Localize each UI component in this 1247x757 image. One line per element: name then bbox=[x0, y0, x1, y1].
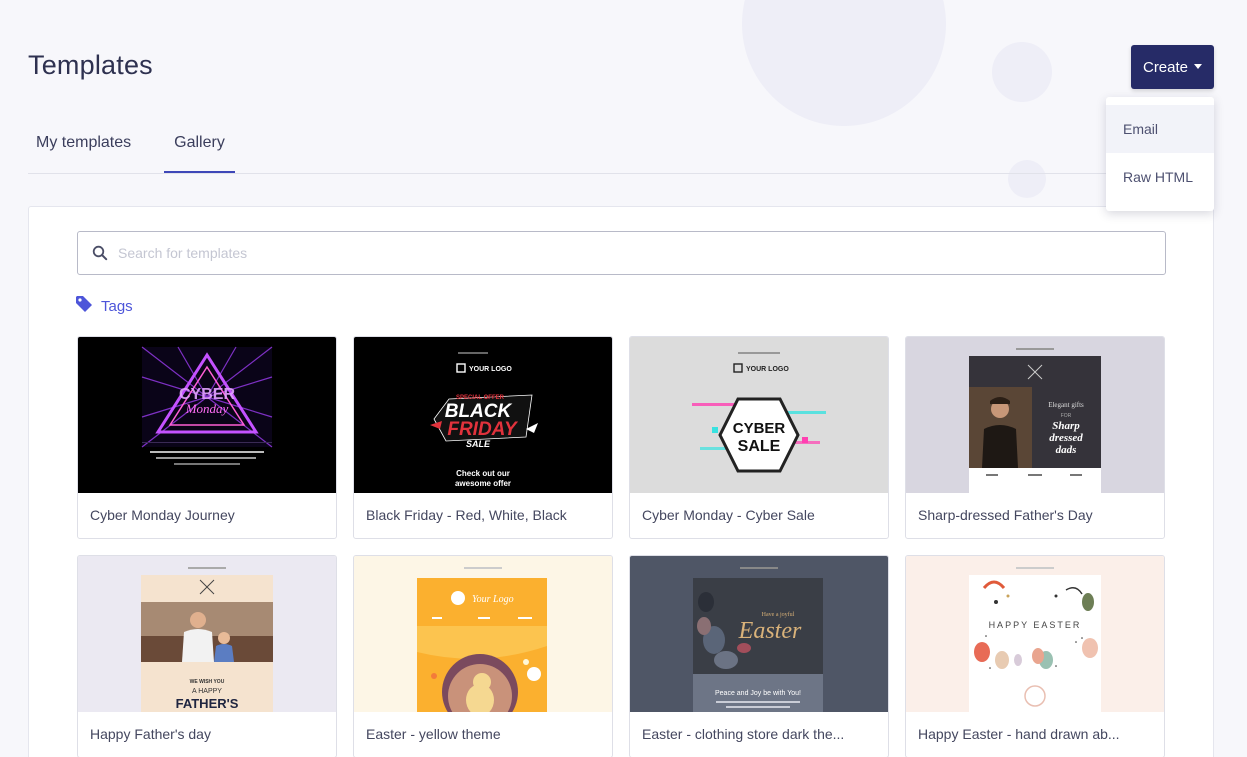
tags-label: Tags bbox=[101, 297, 133, 315]
search-icon bbox=[78, 232, 118, 274]
tab-my-templates[interactable]: My templates bbox=[36, 128, 131, 173]
dropdown-item-email[interactable]: Email bbox=[1106, 105, 1214, 153]
template-name: Easter - yellow theme bbox=[366, 726, 501, 742]
template-name: Happy Father's day bbox=[90, 726, 211, 742]
template-card[interactable]: Have a joyful Easter Peace and Joy be wi… bbox=[629, 555, 889, 757]
template-card[interactable]: CYBER Monday Cyber Monday Journey bbox=[77, 336, 337, 539]
template-card[interactable]: WE WISH YOU A HAPPY FATHER'S Happy Fathe… bbox=[77, 555, 337, 757]
svg-text:YOUR LOGO: YOUR LOGO bbox=[469, 366, 512, 373]
template-name: Cyber Monday Journey bbox=[90, 507, 235, 523]
dropdown-item-raw-html[interactable]: Raw HTML bbox=[1106, 153, 1214, 201]
template-name: Sharp-dressed Father's Day bbox=[918, 507, 1093, 523]
caret-down-icon bbox=[1194, 63, 1203, 69]
svg-text:Monday: Monday bbox=[185, 401, 229, 416]
svg-text:FATHER'S: FATHER'S bbox=[176, 696, 239, 711]
svg-text:SALE: SALE bbox=[466, 439, 491, 449]
svg-text:Peace and Joy be with You!: Peace and Joy be with You! bbox=[715, 690, 801, 697]
template-thumbnail: WE WISH YOU A HAPPY FATHER'S bbox=[78, 556, 336, 712]
gallery-panel: Tags CYBER Monday bbox=[28, 206, 1214, 757]
template-name: Happy Easter - hand drawn ab... bbox=[918, 726, 1120, 742]
template-thumbnail: YOUR LOGO CYBER SALE bbox=[630, 337, 888, 493]
tags-filter[interactable]: Tags bbox=[75, 295, 133, 317]
svg-text:HAPPY EASTER: HAPPY EASTER bbox=[989, 620, 1082, 630]
template-thumbnail: Have a joyful Easter Peace and Joy be wi… bbox=[630, 556, 888, 712]
svg-text:Check out our: Check out our bbox=[456, 469, 510, 478]
svg-text:dressed: dressed bbox=[1049, 432, 1083, 444]
template-name: Cyber Monday - Cyber Sale bbox=[642, 507, 815, 523]
svg-text:SALE: SALE bbox=[738, 438, 781, 455]
svg-text:YOUR LOGO: YOUR LOGO bbox=[746, 366, 789, 373]
bg-decor-circle bbox=[992, 42, 1052, 102]
create-button[interactable]: Create bbox=[1131, 45, 1214, 89]
tab-gallery[interactable]: Gallery bbox=[164, 128, 235, 173]
template-card[interactable]: Your Logo Easter - yellow theme bbox=[353, 555, 613, 757]
svg-text:Easter: Easter bbox=[738, 618, 802, 644]
svg-text:Your Logo: Your Logo bbox=[472, 594, 514, 605]
bg-decor-circle bbox=[742, 0, 946, 126]
create-button-label: Create bbox=[1142, 58, 1189, 76]
svg-text:dads: dads bbox=[1056, 444, 1077, 456]
svg-text:FOR: FOR bbox=[1061, 413, 1072, 419]
search-box[interactable] bbox=[77, 231, 1166, 275]
tag-icon bbox=[75, 295, 93, 317]
template-thumbnail: Elegant gifts FOR Sharp dressed dads bbox=[906, 337, 1164, 493]
template-name: Black Friday - Red, White, Black bbox=[366, 507, 567, 523]
svg-text:Sharp: Sharp bbox=[1052, 420, 1080, 432]
svg-text:WE WISH YOU: WE WISH YOU bbox=[190, 679, 225, 685]
template-name: Easter - clothing store dark the... bbox=[642, 726, 845, 742]
template-card[interactable]: Elegant gifts FOR Sharp dressed dads Sha… bbox=[905, 336, 1165, 539]
search-input[interactable] bbox=[118, 245, 1118, 261]
template-thumbnail: HAPPY EASTER bbox=[906, 556, 1164, 712]
svg-text:CYBER: CYBER bbox=[733, 420, 786, 437]
template-thumbnail: Your Logo bbox=[354, 556, 612, 712]
svg-text:A HAPPY: A HAPPY bbox=[192, 688, 222, 695]
template-card[interactable]: HAPPY EASTER Happy Easter - hand drawn a… bbox=[905, 555, 1165, 757]
template-thumbnail: YOUR LOGO SPECIAL OFFER BLACK FRIDAY SAL… bbox=[354, 337, 612, 493]
page-title: Templates bbox=[28, 50, 153, 80]
svg-text:awesome offer: awesome offer bbox=[455, 479, 511, 488]
template-card[interactable]: YOUR LOGO CYBER SALE Cyber Monday - Cybe… bbox=[629, 336, 889, 539]
tab-bar: My templates Gallery bbox=[28, 128, 1213, 174]
template-thumbnail: CYBER Monday bbox=[78, 337, 336, 493]
svg-text:Have a joyful: Have a joyful bbox=[762, 611, 795, 618]
svg-text:FRIDAY: FRIDAY bbox=[447, 419, 519, 440]
svg-text:Elegant gifts: Elegant gifts bbox=[1048, 401, 1084, 409]
template-card[interactable]: YOUR LOGO SPECIAL OFFER BLACK FRIDAY SAL… bbox=[353, 336, 613, 539]
create-dropdown-menu: Email Raw HTML bbox=[1106, 97, 1214, 211]
